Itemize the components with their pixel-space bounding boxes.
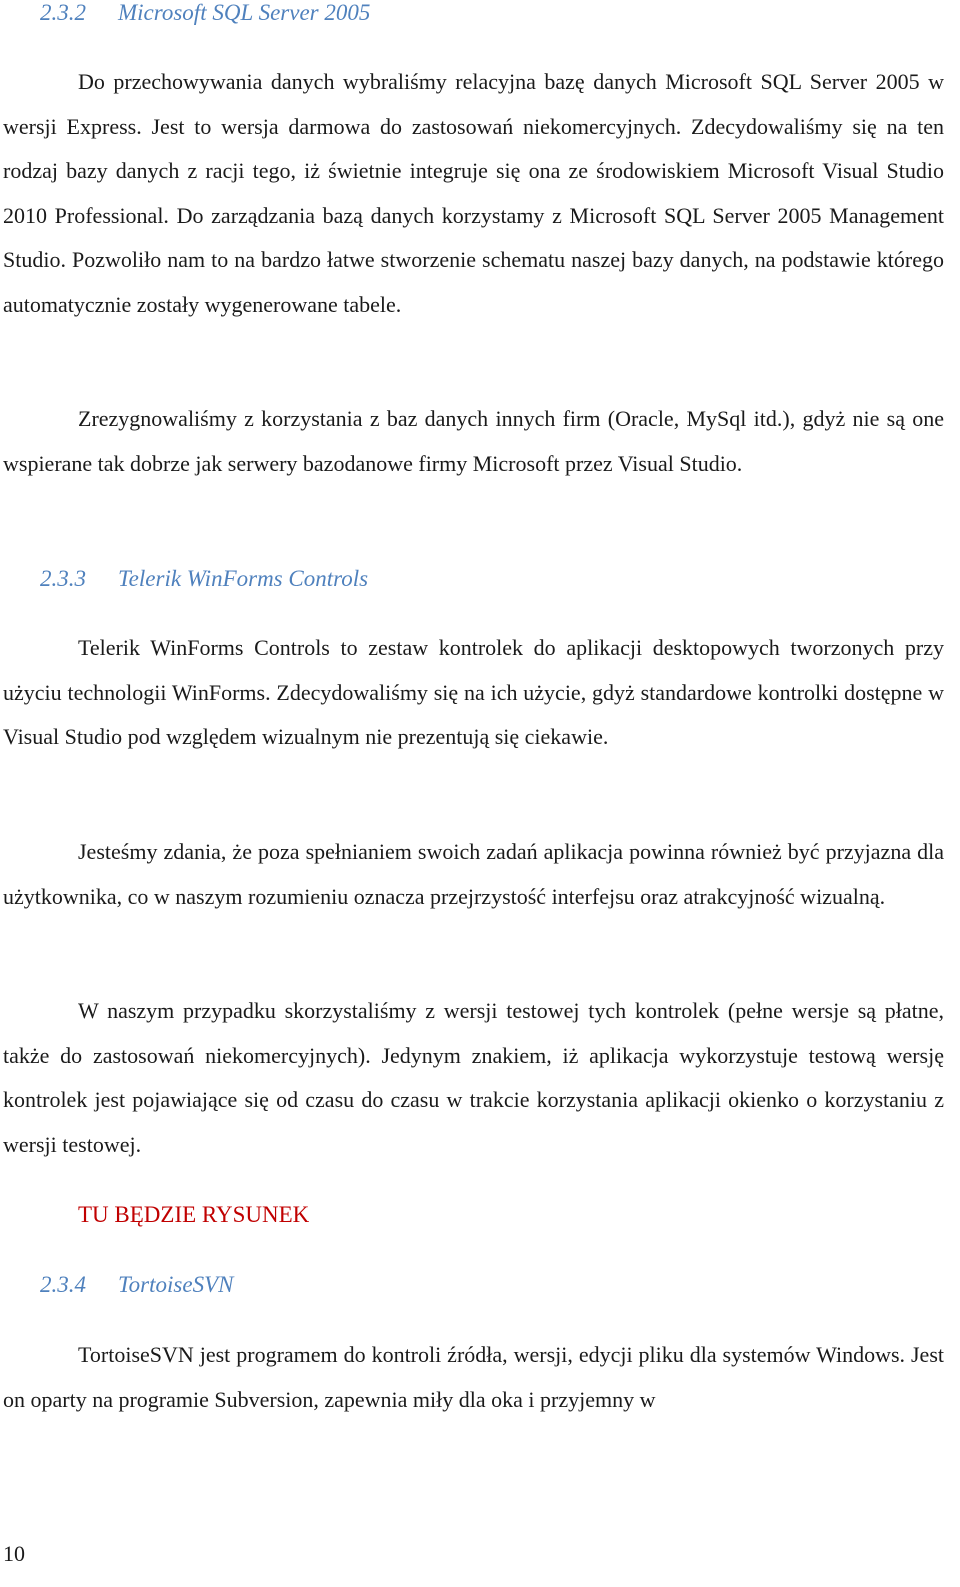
section-title: Telerik WinForms Controls [118,566,369,591]
paragraph: Jesteśmy zdania, że poza spełnianiem swo… [3,839,944,909]
figure-placeholder: TU BĘDZIE RYSUNEK [78,1202,310,1227]
section-heading-2-3-2: 2.3.2 Microsoft SQL Server 2005 [40,0,370,26]
paragraph: Telerik WinForms Controls to zestaw kont… [3,635,944,749]
section-title: TortoiseSVN [118,1272,234,1297]
section-title: Microsoft SQL Server 2005 [118,0,371,25]
section-number: 2.3.4 [40,1272,86,1297]
page-number: 10 [3,1541,25,1566]
paragraph: W naszym przypadku skorzystaliśmy z wers… [3,998,944,1157]
section-heading-2-3-3: 2.3.3 Telerik WinForms Controls [40,566,368,592]
paragraph: Zrezygnowaliśmy z korzystania z baz dany… [3,406,944,476]
paragraph: Do przechowywania danych wybraliśmy rela… [3,69,944,317]
section-number: 2.3.2 [40,0,86,25]
section-heading-2-3-4: 2.3.4 TortoiseSVN [40,1272,233,1298]
paragraph: TortoiseSVN jest programem do kontroli ź… [3,1342,944,1412]
section-number: 2.3.3 [40,566,86,591]
document-page: 2.3.2 Microsoft SQL Server 2005 Do przech… [0,0,960,1587]
